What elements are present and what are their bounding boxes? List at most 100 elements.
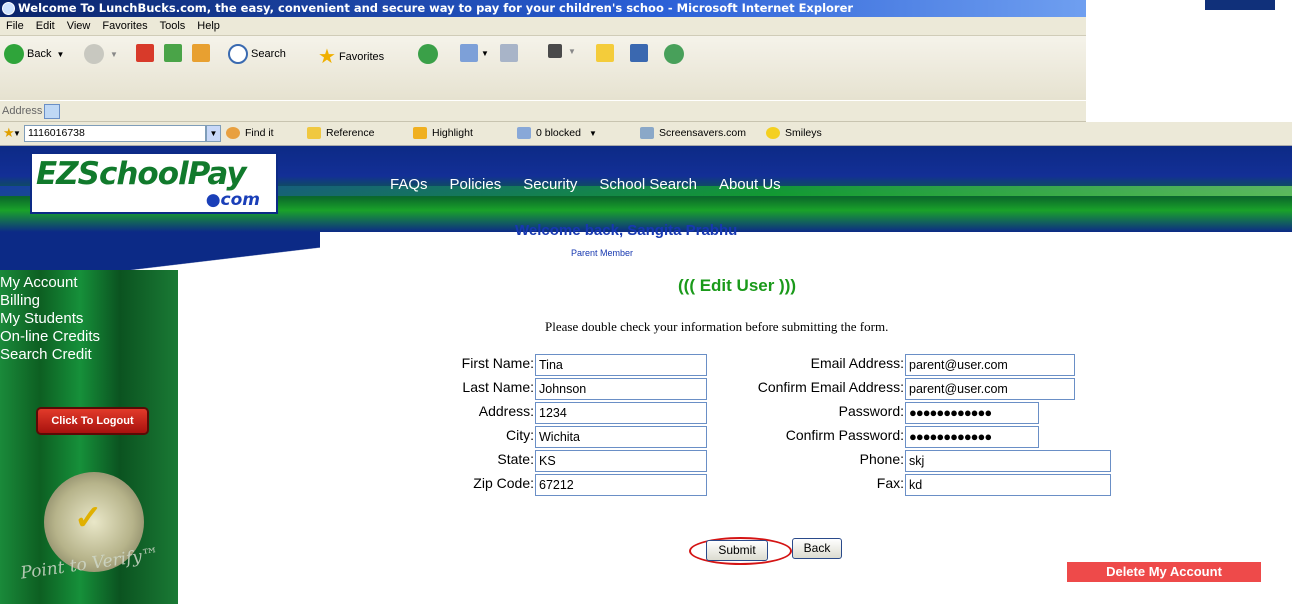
fax-field[interactable]: kd — [905, 474, 1111, 496]
nav-about-us[interactable]: About Us — [719, 176, 781, 193]
first-name-field[interactable]: Tina — [535, 354, 707, 376]
search-label: Search — [251, 48, 286, 60]
menu-edit[interactable]: Edit — [30, 17, 61, 36]
internet-explorer-icon — [2, 2, 15, 15]
mail-button[interactable]: ▼ — [460, 44, 489, 62]
email-field[interactable]: parent@user.com — [905, 354, 1075, 376]
search-icon — [228, 44, 248, 64]
zip-code-label: Zip Code: — [473, 475, 534, 491]
refresh-button[interactable] — [164, 44, 182, 62]
edit-dropdown-icon[interactable]: ▼ — [568, 47, 576, 56]
search-dropdown-icon[interactable]: ▼ — [206, 125, 221, 142]
nav-policies[interactable]: Policies — [450, 176, 502, 193]
back-label: Back — [27, 48, 52, 60]
sidebar-item-my-account[interactable]: My Account — [0, 274, 100, 292]
history-button[interactable] — [418, 44, 441, 64]
nav-faqs[interactable]: FAQs — [390, 176, 428, 193]
submit-button[interactable]: Submit — [706, 540, 768, 561]
sidebar-item-online-credits[interactable]: On-line Credits — [0, 328, 100, 346]
menu-tools[interactable]: Tools — [154, 17, 192, 36]
find-it-button[interactable]: Find it — [226, 127, 274, 139]
address-label: Address: — [478, 403, 534, 419]
blocked-count: 0 blocked — [536, 127, 581, 139]
edit-icon — [548, 44, 562, 58]
folder-button[interactable] — [596, 44, 614, 62]
home-icon — [192, 44, 210, 62]
sidebar-nav: My Account Billing My Students On-line C… — [0, 274, 100, 364]
back-button[interactable]: Back ▼ — [4, 44, 64, 64]
confirm-password-field[interactable]: ●●●●●●●●●●●● — [905, 426, 1039, 448]
address-label: Address — [2, 105, 43, 117]
state-label: State: — [497, 451, 534, 467]
folder-icon — [596, 44, 614, 62]
research-icon — [630, 44, 648, 62]
search-button[interactable]: Search — [228, 44, 286, 64]
back-dropdown-icon[interactable]: ▼ — [56, 50, 64, 59]
links-bar: ★ ▼ 1116016738 ▼ Find it Reference Highl… — [0, 122, 1292, 146]
nav-security[interactable]: Security — [523, 176, 577, 193]
mail-dropdown-icon[interactable]: ▼ — [481, 49, 489, 58]
city-field[interactable]: Wichita — [535, 426, 707, 448]
star-icon: ★ — [318, 46, 336, 68]
site-logo[interactable]: EZSchoolPay ●com — [30, 152, 278, 214]
sidebar-item-my-students[interactable]: My Students — [0, 310, 100, 328]
blocked-dropdown-icon[interactable]: ▼ — [589, 129, 597, 138]
address-field[interactable]: 1234 — [535, 402, 707, 424]
favorites-button[interactable]: ★ Favorites — [318, 44, 384, 69]
confirm-password-label: Confirm Password: — [785, 427, 904, 443]
print-button[interactable] — [500, 44, 518, 62]
find-icon — [226, 127, 240, 139]
smiley-icon — [766, 127, 780, 139]
star-dropdown-icon[interactable]: ▼ — [13, 129, 21, 138]
forward-button[interactable]: ▼ — [84, 44, 118, 64]
menu-file[interactable]: File — [0, 17, 30, 36]
sidebar-item-search-credit[interactable]: Search Credit — [0, 346, 100, 364]
sidebar-item-billing[interactable]: Billing — [0, 292, 100, 310]
top-navigation: FAQs Policies Security School Search Abo… — [390, 176, 803, 193]
window-title-bar: Welcome To LunchBucks.com, the easy, con… — [0, 0, 1086, 17]
smileys-label: Smileys — [785, 127, 822, 139]
screensavers-icon — [640, 127, 654, 139]
password-field[interactable]: ●●●●●●●●●●●● — [905, 402, 1039, 424]
state-field[interactable]: KS — [535, 450, 707, 472]
sidebar-header-wedge — [0, 232, 320, 270]
edit-button[interactable]: ▼ — [548, 44, 576, 58]
page-icon — [44, 104, 60, 119]
history-icon — [418, 44, 438, 64]
last-name-field[interactable]: Johnson — [535, 378, 707, 400]
reference-icon — [307, 127, 321, 139]
menu-view[interactable]: View — [61, 17, 97, 36]
zip-code-field[interactable]: 67212 — [535, 474, 707, 496]
nav-school-search[interactable]: School Search — [599, 176, 697, 193]
research-button[interactable] — [630, 44, 648, 62]
email-label: Email Address: — [810, 355, 904, 371]
popup-blocker-button[interactable]: 0 blocked ▼ — [517, 127, 597, 139]
highlight-button[interactable]: Highlight — [413, 127, 473, 139]
address-bar: Address — [0, 100, 1086, 122]
confirm-email-field[interactable]: parent@user.com — [905, 378, 1075, 400]
stop-icon — [136, 44, 154, 62]
city-label: City: — [506, 427, 534, 443]
delete-account-button[interactable]: Delete My Account — [1067, 562, 1261, 582]
toolbar-search-input[interactable]: 1116016738 — [24, 125, 206, 142]
window-title: Welcome To LunchBucks.com, the easy, con… — [18, 1, 854, 15]
reference-button[interactable]: Reference — [307, 127, 374, 139]
back-arrow-icon — [4, 44, 24, 64]
screensavers-label: Screensavers.com — [659, 127, 746, 139]
home-button[interactable] — [192, 44, 210, 62]
screensavers-link[interactable]: Screensavers.com — [640, 127, 746, 139]
menu-help[interactable]: Help — [191, 17, 226, 36]
forward-dropdown-icon[interactable]: ▼ — [110, 50, 118, 59]
phone-field[interactable]: skj — [905, 450, 1111, 472]
messenger-button[interactable] — [664, 44, 687, 64]
stop-button[interactable] — [136, 44, 154, 62]
back-button-form[interactable]: Back — [792, 538, 842, 559]
menu-favorites[interactable]: Favorites — [96, 17, 153, 36]
forward-arrow-icon — [84, 44, 104, 64]
smileys-link[interactable]: Smileys — [766, 127, 822, 139]
member-type: Parent Member — [571, 248, 634, 258]
page-title: ((( Edit User ))) — [678, 276, 797, 295]
web-page: EZSchoolPay ●com FAQs Policies Security … — [0, 146, 1292, 604]
checkmark-icon: ✓ — [74, 499, 103, 537]
logout-button[interactable]: Click To Logout — [38, 409, 147, 433]
